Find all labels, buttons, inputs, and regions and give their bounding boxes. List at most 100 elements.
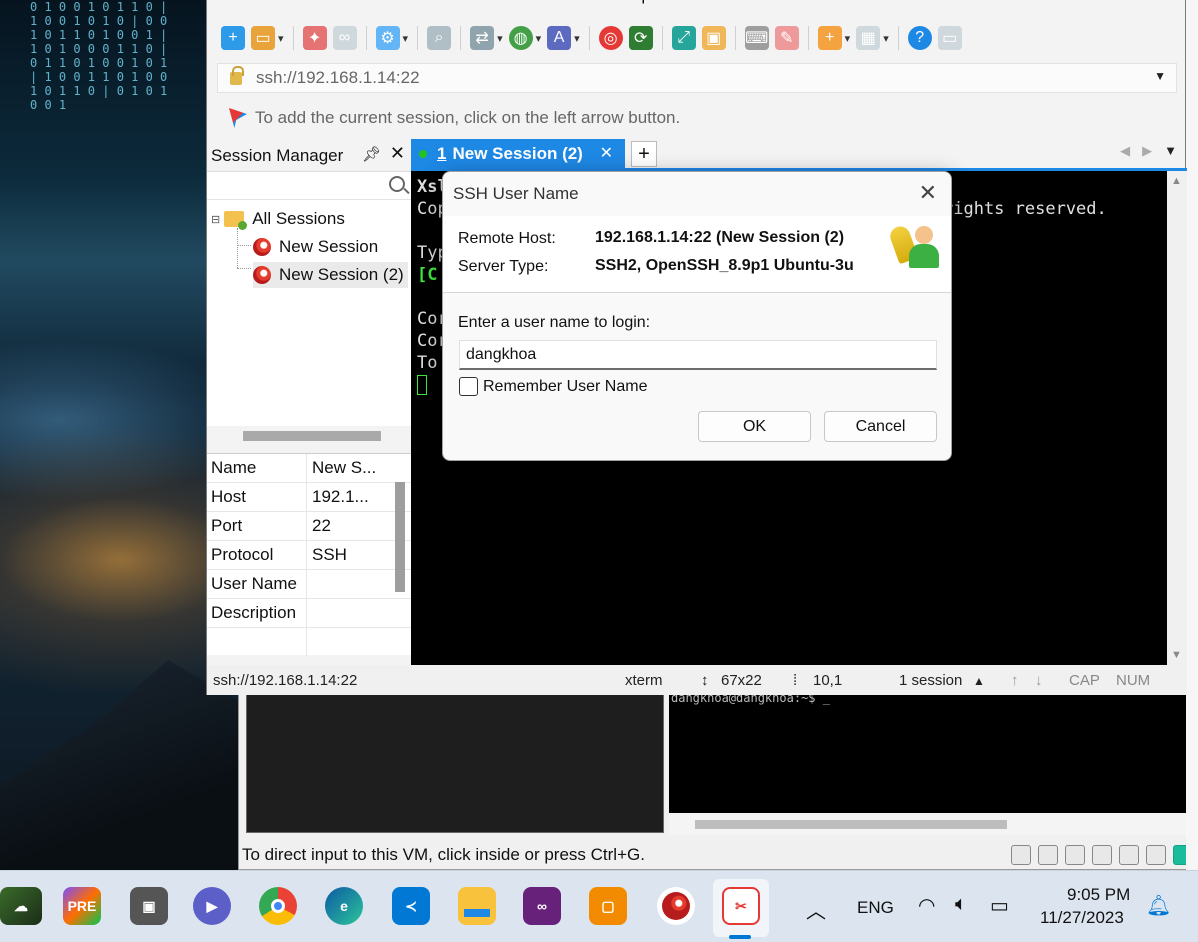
address-dropdown-icon[interactable]: ▼: [1154, 69, 1166, 83]
notification-bell-icon[interactable]: 🔔︎: [1146, 893, 1171, 918]
keyboard-icon[interactable]: ⌨: [744, 26, 769, 50]
sessions-up-icon[interactable]: ▲: [973, 674, 985, 688]
add-folder-icon[interactable]: +: [817, 26, 842, 50]
properties-dropdown-icon[interactable]: ▾: [403, 32, 409, 45]
edge-icon[interactable]: e: [325, 887, 363, 925]
xshell-icon[interactable]: [657, 887, 695, 925]
scroll-up-icon[interactable]: ▲: [1171, 175, 1182, 187]
checkbox-box[interactable]: [459, 377, 478, 396]
find-icon[interactable]: ⌕: [427, 26, 452, 50]
chrome-icon[interactable]: [259, 887, 297, 925]
usb-icon[interactable]: [1146, 845, 1166, 865]
menu-tools[interactable]: Tools: [404, 0, 444, 11]
tree-item-session-1[interactable]: New Session: [253, 234, 378, 260]
address-bar[interactable]: ssh://192.168.1.14:22 ▼: [217, 63, 1177, 93]
tab-new-session-2[interactable]: 1 New Session (2) ✕: [411, 139, 625, 169]
copilot-pre-icon[interactable]: PRE: [63, 887, 101, 925]
session-tree-scrollbar[interactable]: [207, 426, 411, 446]
transfer-icon[interactable]: ⇄: [470, 26, 495, 50]
remember-user-name-checkbox[interactable]: Remember User Name: [459, 377, 647, 396]
cd-icon[interactable]: [1038, 845, 1058, 865]
property-value: 22: [312, 516, 331, 535]
menu-tab[interactable]: Tab: [472, 0, 499, 11]
session-search[interactable]: [207, 172, 411, 200]
tab-next-icon[interactable]: ▶: [1142, 143, 1152, 159]
clock-time[interactable]: 9:05 PM: [1067, 885, 1130, 905]
xshell-logo-icon[interactable]: ◎: [598, 26, 623, 50]
language-indicator[interactable]: ENG: [857, 898, 894, 918]
dialog-close-icon[interactable]: ✕: [919, 180, 937, 206]
new-session-icon[interactable]: +: [221, 26, 245, 50]
new-tab-button[interactable]: +: [631, 141, 657, 167]
lock-icon[interactable]: ▣: [701, 26, 726, 50]
arrow-flag-icon[interactable]: [229, 108, 247, 128]
close-icon[interactable]: ✕: [390, 143, 405, 164]
teams-chat-icon[interactable]: ▶: [193, 887, 231, 925]
font-icon[interactable]: A: [547, 26, 572, 50]
wifi-icon[interactable]: ◠: [918, 893, 935, 918]
scroll-down-icon[interactable]: ▼: [1171, 649, 1182, 661]
globe-icon[interactable]: ◍: [508, 26, 533, 50]
highlight-icon[interactable]: ✎: [774, 26, 799, 50]
pin-icon[interactable]: 📌︎: [362, 145, 381, 163]
tab-close-icon[interactable]: ✕: [600, 143, 613, 163]
address-value[interactable]: ssh://192.168.1.14:22: [256, 68, 420, 88]
snipping-tool-icon[interactable]: ✂: [722, 887, 760, 925]
tab-list-dropdown-icon[interactable]: ▼: [1164, 143, 1177, 159]
disconnect-icon[interactable]: ∞: [332, 26, 357, 50]
fullscreen-icon[interactable]: ⤢: [671, 26, 696, 50]
menu-help[interactable]: Help: [616, 0, 651, 11]
tree-item-session-2[interactable]: New Session (2): [253, 262, 408, 288]
reconnect-icon[interactable]: ✦: [302, 26, 327, 50]
printer-icon[interactable]: [1092, 845, 1112, 865]
chevron-up-icon[interactable]: ︿: [806, 895, 826, 924]
status-sessions[interactable]: 1 session: [899, 672, 962, 689]
ok-button[interactable]: OK: [698, 411, 811, 442]
properties-icon[interactable]: ⚙: [375, 26, 400, 50]
menu-window[interactable]: Window: [527, 0, 587, 11]
task-view-icon[interactable]: ▣: [130, 887, 168, 925]
hdd-icon[interactable]: [1011, 845, 1031, 865]
layout-dropdown-icon[interactable]: ▾: [883, 32, 889, 45]
properties-scrollbar[interactable]: [395, 482, 405, 592]
vmware-icon[interactable]: ▢: [589, 887, 627, 925]
cancel-button[interactable]: Cancel: [824, 411, 937, 442]
property-row: Protocol SSH: [207, 541, 411, 570]
battery-icon[interactable]: ▭: [990, 893, 1009, 918]
encoding-dropdown-icon[interactable]: ▾: [536, 32, 542, 45]
transfer-dropdown-icon[interactable]: ▾: [497, 32, 503, 45]
vscode-icon[interactable]: ≺: [392, 887, 430, 925]
weather-widget-icon[interactable]: ☁: [0, 887, 42, 925]
vm-horizontal-scrollbar[interactable]: [669, 813, 1198, 835]
volume-icon[interactable]: 🔈︎: [955, 893, 967, 916]
session-tree[interactable]: ⊟ All Sessions New Session New Session (…: [207, 171, 411, 426]
open-dropdown-icon[interactable]: ▾: [278, 32, 284, 45]
tab-prev-icon[interactable]: ◀: [1120, 143, 1130, 159]
comment-icon[interactable]: ▭: [937, 26, 962, 50]
add-folder-dropdown-icon[interactable]: ▾: [845, 32, 851, 45]
menu-file[interactable]: File: [227, 0, 254, 11]
vm-scroll-thumb[interactable]: [695, 820, 1007, 829]
help-icon[interactable]: ?: [907, 26, 932, 50]
tree-root[interactable]: ⊟ All Sessions: [211, 206, 345, 232]
clock-date[interactable]: 11/27/2023: [1040, 908, 1124, 928]
menu-edit[interactable]: Edit: [282, 0, 311, 11]
font-dropdown-icon[interactable]: ▾: [574, 32, 580, 45]
vm-left-pane[interactable]: [246, 691, 664, 833]
status-num: NUM: [1116, 672, 1151, 689]
vm-device-tray: [1011, 845, 1193, 865]
vm-window[interactable]: dangkhoa@dangkhoa:~$ _ To direct input t…: [238, 690, 1198, 870]
open-folder-icon[interactable]: ▭: [251, 26, 275, 50]
username-input[interactable]: [459, 340, 937, 370]
vm-terminal[interactable]: dangkhoa@dangkhoa:~$ _: [669, 691, 1198, 813]
sound-icon[interactable]: [1119, 845, 1139, 865]
xftp-icon[interactable]: ⟳: [628, 26, 653, 50]
network-icon[interactable]: [1065, 845, 1085, 865]
search-icon[interactable]: [389, 176, 405, 192]
scroll-thumb[interactable]: [243, 431, 381, 441]
visual-studio-icon[interactable]: ∞: [523, 887, 561, 925]
menu-view[interactable]: View: [340, 0, 377, 11]
terminal-scrollbar[interactable]: ▲ ▼: [1167, 171, 1187, 665]
file-explorer-icon[interactable]: [458, 887, 496, 925]
layout-icon[interactable]: ▦: [856, 26, 881, 50]
